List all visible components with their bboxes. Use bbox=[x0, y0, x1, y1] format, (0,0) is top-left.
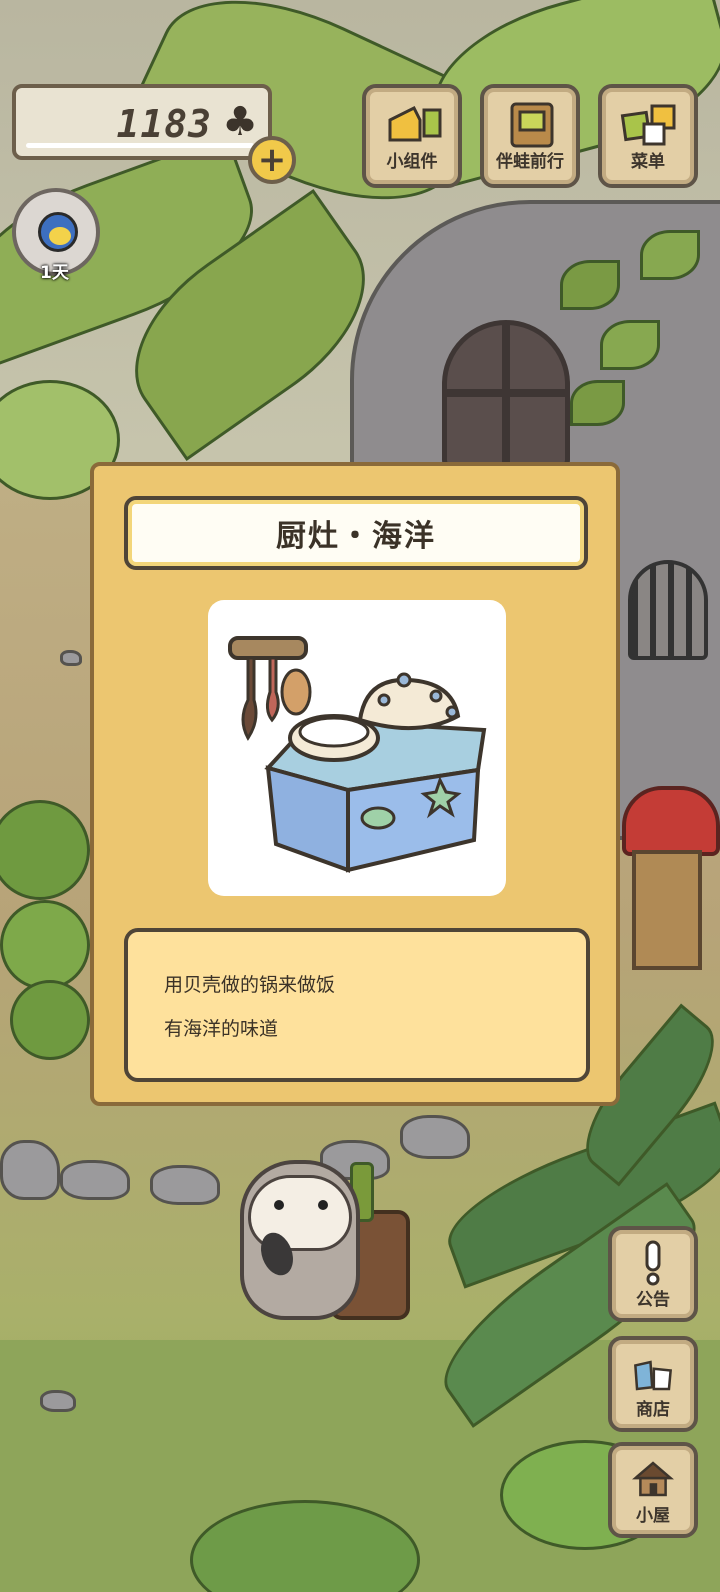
menu-button[interactable]: 菜单 bbox=[598, 84, 698, 188]
clover-bar bbox=[26, 143, 254, 148]
widget-icon bbox=[388, 105, 442, 142]
stone-window bbox=[442, 320, 570, 470]
item-image-panel bbox=[208, 600, 506, 896]
hamster-eye bbox=[318, 1200, 328, 1210]
item-description-line: 有海洋的味道 bbox=[164, 1018, 279, 1040]
bush-leaf bbox=[0, 900, 90, 990]
item-detail-dialog[interactable]: 厨灶・海洋 用贝壳做的锅来做饭 有海洋的味道 bbox=[90, 462, 620, 1106]
shell-kitchen-stove-icon bbox=[228, 636, 487, 873]
clover-count: 1183 bbox=[116, 102, 212, 146]
announcement-label: 公告 bbox=[636, 1290, 670, 1310]
menu-label: 菜单 bbox=[631, 152, 665, 172]
rock bbox=[400, 1115, 470, 1159]
item-description-line: 用贝壳做的锅来做饭 bbox=[164, 974, 336, 996]
widget-label: 小组件 bbox=[386, 152, 438, 172]
add-clover-button[interactable]: + bbox=[248, 136, 296, 184]
clover-counter: 1183 ♣ bbox=[12, 84, 272, 160]
hamster-eye bbox=[274, 1200, 284, 1210]
exclamation-icon bbox=[632, 1240, 674, 1286]
bird-icon bbox=[38, 212, 78, 252]
shop-label: 商店 bbox=[636, 1400, 670, 1420]
journey-book-icon bbox=[510, 102, 554, 148]
rock bbox=[150, 1165, 220, 1205]
shop-button[interactable]: 商店 bbox=[608, 1336, 698, 1432]
mailbox[interactable] bbox=[622, 786, 720, 856]
item-title: 厨灶・海洋 bbox=[124, 496, 588, 570]
menu-cards-icon bbox=[620, 104, 676, 146]
ivy-leaf bbox=[600, 320, 660, 370]
clover-icon: ♣ bbox=[222, 99, 258, 145]
ivy-leaf bbox=[560, 260, 620, 310]
journey-button[interactable]: 伴蛙前行 bbox=[480, 84, 580, 188]
rock bbox=[40, 1390, 76, 1412]
mailbox-post bbox=[632, 850, 702, 970]
iron-cage bbox=[628, 560, 708, 660]
ivy-leaf bbox=[640, 230, 700, 280]
day-counter: 1天 bbox=[40, 263, 69, 283]
item-description-box: 用贝壳做的锅来做饭 有海洋的味道 bbox=[124, 928, 590, 1082]
announcement-button[interactable]: 公告 bbox=[608, 1226, 698, 1322]
bush-leaf bbox=[10, 980, 90, 1060]
journey-label: 伴蛙前行 bbox=[496, 152, 564, 172]
shop-bags-icon bbox=[632, 1350, 674, 1396]
ivy-leaf bbox=[570, 380, 625, 426]
rock bbox=[60, 650, 82, 666]
house-button[interactable]: 小屋 bbox=[608, 1442, 698, 1538]
rock bbox=[60, 1160, 130, 1200]
rock bbox=[0, 1140, 60, 1200]
house-label: 小屋 bbox=[636, 1506, 670, 1526]
widget-button[interactable]: 小组件 bbox=[362, 84, 462, 188]
house-icon bbox=[632, 1456, 674, 1502]
